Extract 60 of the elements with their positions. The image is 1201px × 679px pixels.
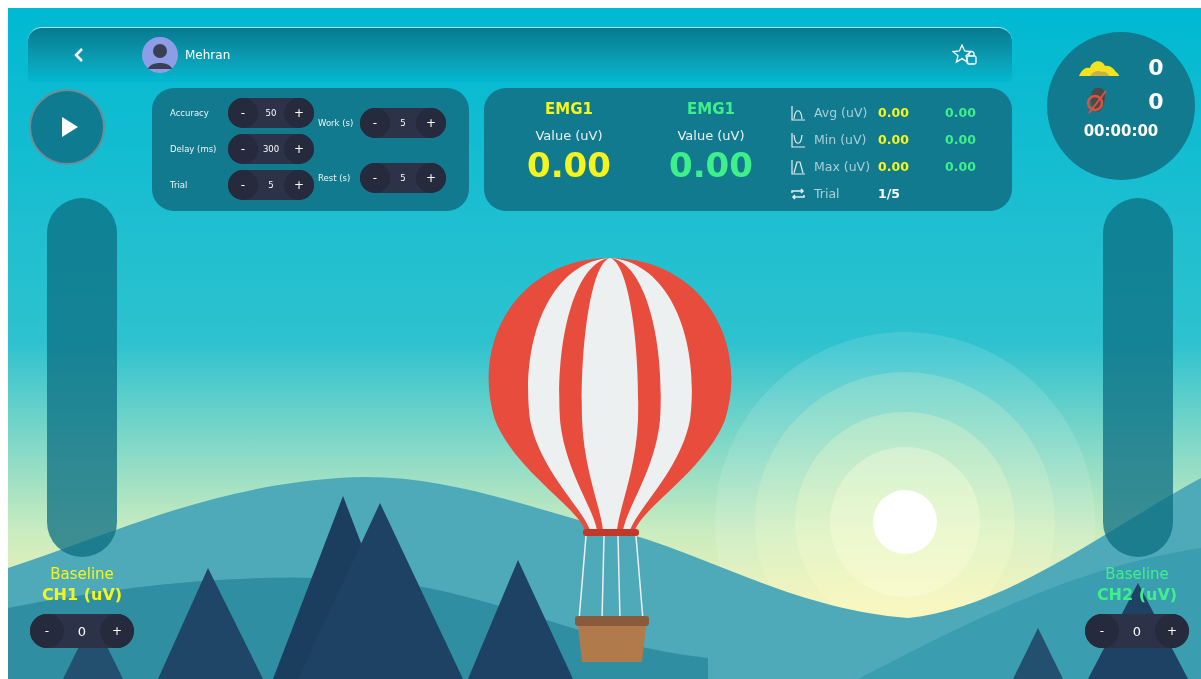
timer: 00:00:00 <box>1083 122 1159 140</box>
setting-label: Rest (s) <box>318 173 352 183</box>
channel-value: 0.00 <box>669 145 753 185</box>
increase-button[interactable]: + <box>100 614 134 648</box>
value-label: Value (uV) <box>535 128 603 143</box>
stepper-value: 50 <box>265 108 277 118</box>
stepper-value: 5 <box>400 173 406 183</box>
decrease-button[interactable]: - <box>360 163 390 193</box>
stepper-value: 5 <box>268 180 274 190</box>
channel-label: CH1 (uV) <box>41 585 123 604</box>
increase-button[interactable]: + <box>284 98 314 128</box>
stat-value: 1/5 <box>878 186 901 201</box>
stat-value: 0.00 <box>945 105 977 120</box>
increase-button[interactable]: + <box>1155 614 1189 648</box>
stat-label: Trial <box>814 186 841 201</box>
decrease-button[interactable]: - <box>30 614 64 648</box>
increase-button[interactable]: + <box>284 170 314 200</box>
pine-tree-drawing <box>1013 628 1063 679</box>
star-lock-icon[interactable] <box>952 44 978 66</box>
stat-value: 0.00 <box>878 105 910 120</box>
hits-count: 0 <box>1148 54 1164 80</box>
setting-label: Accuracy <box>170 108 210 118</box>
stat-value: 0.00 <box>945 159 977 174</box>
curve-valley-icon <box>790 131 806 148</box>
stat-label: Avg (uV) <box>814 105 869 120</box>
stat-value: 0.00 <box>878 159 910 174</box>
decrease-button[interactable]: - <box>228 98 258 128</box>
increase-button[interactable]: + <box>284 134 314 164</box>
stepper-value: 0 <box>1132 623 1142 639</box>
stat-label: Min (uV) <box>814 132 868 147</box>
setting-label: Work (s) <box>318 118 355 128</box>
stat-value: 0.00 <box>945 132 977 147</box>
baseline-label: Baseline <box>50 565 114 583</box>
curve-peak-icon <box>790 104 806 121</box>
channel-name: EMG1 <box>545 100 593 118</box>
setting-label: Trial <box>170 180 189 190</box>
baseline-label: Baseline <box>1105 565 1169 583</box>
increase-button[interactable]: + <box>416 108 446 138</box>
play-icon <box>60 116 79 138</box>
repeat-icon <box>790 185 806 202</box>
stat-label: Max (uV) <box>814 159 872 174</box>
decrease-button[interactable]: - <box>228 134 258 164</box>
avatar-icon <box>142 37 178 73</box>
stepper-value: 5 <box>400 118 406 128</box>
increase-button[interactable]: + <box>416 163 446 193</box>
channel-value: 0.00 <box>527 145 611 185</box>
misses-count: 0 <box>1148 88 1164 114</box>
chevron-left-icon <box>74 48 84 62</box>
user-name: Mehran <box>185 48 231 62</box>
channel-name: EMG1 <box>687 100 735 118</box>
curve-peak-icon <box>790 158 806 175</box>
decrease-button[interactable]: - <box>360 108 390 138</box>
back-button[interactable] <box>72 46 86 64</box>
decrease-button[interactable]: - <box>1085 614 1119 648</box>
stat-value: 0.00 <box>878 132 910 147</box>
decrease-button[interactable]: - <box>228 170 258 200</box>
setting-label: Delay (ms) <box>170 144 218 154</box>
stepper-value: 300 <box>262 144 280 154</box>
stepper-value: 0 <box>77 623 87 639</box>
value-label: Value (uV) <box>677 128 745 143</box>
